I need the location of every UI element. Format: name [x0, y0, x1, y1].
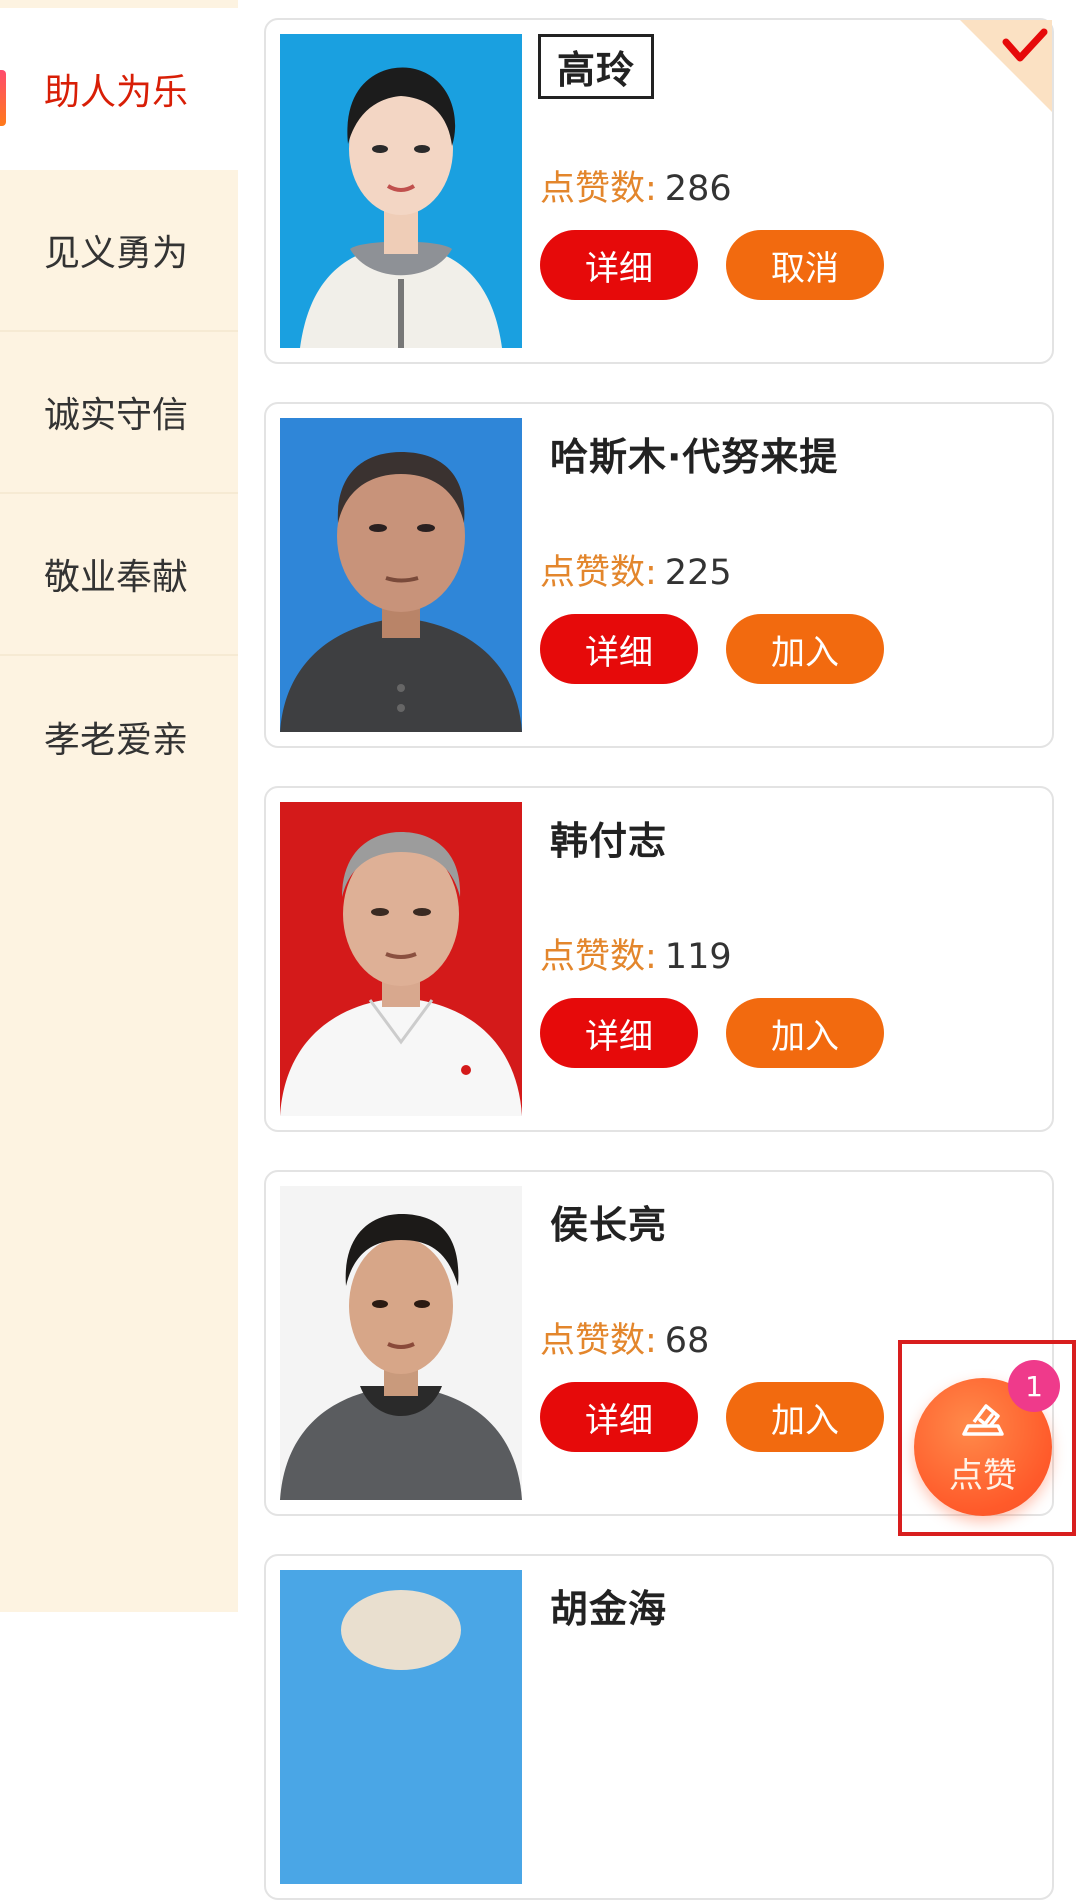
- likes-row: 点赞数: 68: [540, 1312, 709, 1363]
- sidebar-item-label: 敬业奉献: [44, 557, 189, 598]
- candidate-name: 哈斯木·代努来提: [550, 435, 839, 479]
- likes-row: 点赞数: 225: [540, 544, 732, 595]
- selected-count-badge: 1: [1008, 1360, 1060, 1412]
- likes-row: 点赞数: 119: [540, 928, 732, 979]
- likes-row: 点赞数: 286: [540, 160, 732, 211]
- candidate-photo[interactable]: [280, 1570, 522, 1884]
- likes-count: 119: [664, 937, 732, 977]
- join-button[interactable]: 加入: [726, 614, 884, 684]
- sidebar-item-label: 诚实守信: [44, 395, 189, 436]
- candidate-photo[interactable]: [280, 802, 522, 1116]
- candidate-photo[interactable]: [280, 1186, 522, 1500]
- sidebar-item-filial-piety[interactable]: 孝老爱亲: [0, 656, 238, 818]
- likes-count: 225: [664, 553, 732, 593]
- selected-check-icon: [960, 20, 1052, 112]
- sidebar-item-bravery[interactable]: 见义勇为: [0, 170, 238, 332]
- sidebar-item-label: 见义勇为: [44, 233, 189, 274]
- candidate-name: 韩付志: [550, 819, 668, 863]
- candidate-name: 胡金海: [550, 1587, 668, 1631]
- sidebar-item-honesty[interactable]: 诚实守信: [0, 332, 238, 494]
- candidate-photo[interactable]: [280, 34, 522, 348]
- candidate-name: 侯长亮: [550, 1203, 668, 1247]
- detail-button[interactable]: 详细: [540, 230, 698, 300]
- vote-icon: [962, 1404, 1004, 1436]
- sidebar-item-dedication[interactable]: 敬业奉献: [0, 494, 238, 656]
- active-indicator: [0, 70, 6, 126]
- cancel-button[interactable]: 取消: [726, 230, 884, 300]
- likes-count: 68: [664, 1321, 710, 1361]
- likes-label: 点赞数:: [540, 937, 657, 977]
- detail-button[interactable]: 详细: [540, 998, 698, 1068]
- detail-button[interactable]: 详细: [540, 614, 698, 684]
- candidate-name: 高玲: [538, 34, 655, 99]
- sidebar-item-helping-others[interactable]: 助人为乐: [0, 8, 238, 170]
- likes-count: 286: [664, 169, 732, 209]
- likes-label: 点赞数:: [540, 1321, 657, 1361]
- candidate-card: 韩付志 点赞数: 119 详细 加入: [264, 786, 1054, 1132]
- join-button[interactable]: 加入: [726, 998, 884, 1068]
- candidate-card: 哈斯木·代努来提 点赞数: 225 详细 加入: [264, 402, 1054, 748]
- category-sidebar: 助人为乐 见义勇为 诚实守信 敬业奉献 孝老爱亲: [0, 0, 238, 1612]
- candidate-photo[interactable]: [280, 418, 522, 732]
- candidate-card: 高玲 点赞数: 286 详细 取消: [264, 18, 1054, 364]
- join-button[interactable]: 加入: [726, 1382, 884, 1452]
- likes-label: 点赞数:: [540, 169, 657, 209]
- candidate-card: 胡金海: [264, 1554, 1054, 1900]
- detail-button[interactable]: 详细: [540, 1382, 698, 1452]
- sidebar-item-label: 孝老爱亲: [44, 720, 189, 761]
- sidebar-item-label: 助人为乐: [44, 72, 189, 113]
- likes-label: 点赞数:: [540, 553, 657, 593]
- like-fab-label: 点赞: [949, 1456, 1017, 1496]
